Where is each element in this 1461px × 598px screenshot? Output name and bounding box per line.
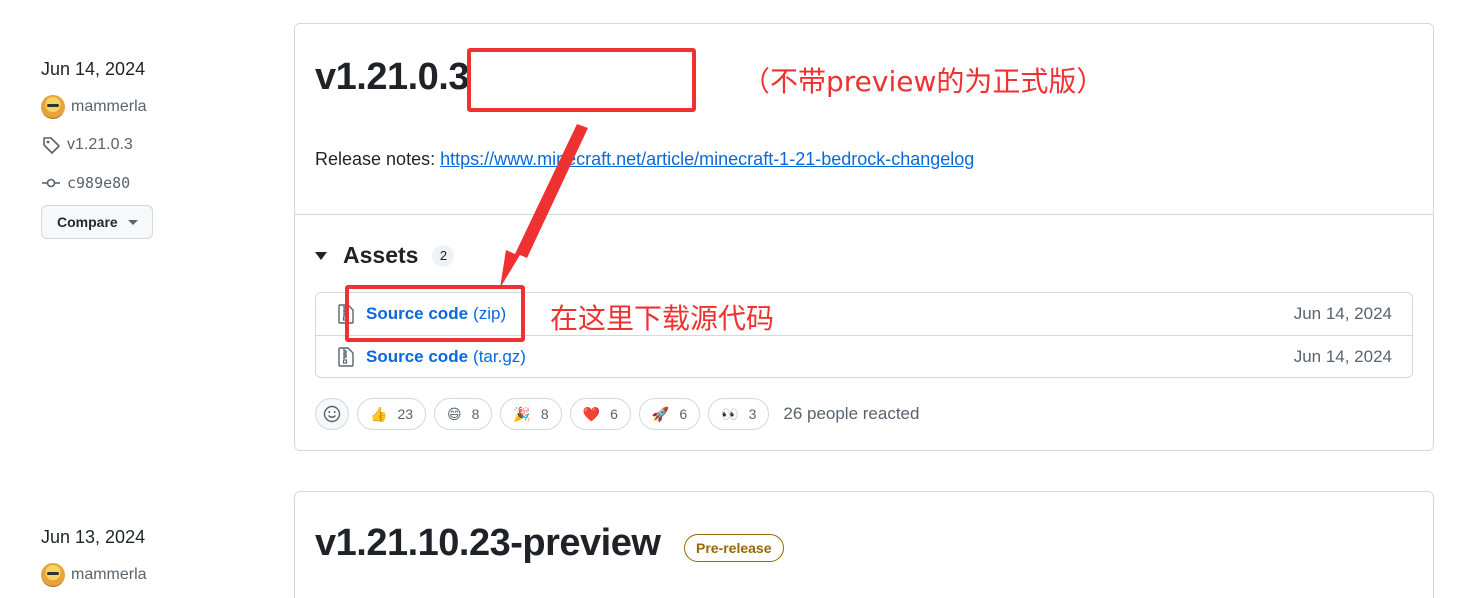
hooray-icon: 🎉 <box>513 406 531 422</box>
reaction-count: 3 <box>748 406 757 422</box>
release-notes: Release notes: https://www.minecraft.net… <box>315 149 974 170</box>
reactions-summary[interactable]: 26 people reacted <box>783 404 919 424</box>
compare-label: Compare <box>57 214 118 230</box>
thumbs-up-icon: 👍 <box>370 406 388 422</box>
reaction-count: 8 <box>471 406 480 422</box>
divider <box>295 214 1433 215</box>
release-notes-link[interactable]: https://www.minecraft.net/article/minecr… <box>440 149 974 169</box>
release-card: v1.21.10.23-preview Pre-release <box>294 491 1434 598</box>
author-row[interactable]: mammerla <box>41 563 241 587</box>
commit-icon <box>42 178 60 188</box>
tag-icon <box>43 137 60 154</box>
annotation-note-download: 在这里下载源代码 <box>550 302 775 335</box>
laugh-icon: 😄 <box>447 406 462 422</box>
reaction-laugh[interactable]: 😄 8 <box>434 398 493 430</box>
release-sidebar: Jun 13, 2024 mammerla <box>41 525 241 587</box>
chevron-down-icon <box>127 219 138 225</box>
reaction-hooray[interactable]: 🎉 8 <box>500 398 562 430</box>
reaction-eyes[interactable]: 👀 3 <box>708 398 770 430</box>
author-name[interactable]: mammerla <box>71 566 147 584</box>
reaction-heart[interactable]: ❤️ 6 <box>569 398 631 430</box>
reaction-count: 6 <box>610 406 618 422</box>
compare-button[interactable]: Compare <box>41 205 153 239</box>
avatar[interactable] <box>41 95 65 119</box>
tag-row[interactable]: v1.21.0.3 <box>41 133 241 157</box>
author-row[interactable]: mammerla <box>41 95 241 119</box>
avatar[interactable] <box>41 563 65 587</box>
release-date: Jun 13, 2024 <box>41 527 146 547</box>
reaction-rocket[interactable]: 🚀 6 <box>638 398 701 430</box>
triangle-down-icon <box>315 251 327 260</box>
release-title[interactable]: v1.21.0.3 <box>315 56 469 99</box>
asset-date: Jun 14, 2024 <box>1293 346 1392 366</box>
release-title[interactable]: v1.21.10.23-preview <box>315 522 661 565</box>
reactions-bar: 👍 23 😄 8 🎉 8 ❤️ 6 🚀 6 👀 3 26 people reacted <box>315 398 919 430</box>
author-name[interactable]: mammerla <box>71 98 147 116</box>
asset-date: Jun 14, 2024 <box>1293 304 1392 323</box>
assets-toggle[interactable]: Assets 2 <box>315 242 455 269</box>
asset-ext[interactable]: (tar.gz) <box>473 347 526 367</box>
reaction-count: 6 <box>679 406 688 422</box>
eyes-icon: 👀 <box>721 406 739 422</box>
reaction-count: 23 <box>397 406 414 422</box>
release-date: Jun 14, 2024 <box>41 59 146 79</box>
add-reaction-button[interactable] <box>315 398 349 430</box>
smiley-icon <box>323 405 341 423</box>
file-zip-icon <box>338 346 354 367</box>
heart-icon: ❤️ <box>582 406 601 422</box>
rocket-icon: 🚀 <box>651 406 670 422</box>
annotation-note-top: （不带preview的为正式版） <box>742 65 1105 98</box>
asset-link-targz[interactable]: Source code <box>366 347 468 367</box>
assets-label: Assets <box>343 242 419 268</box>
release-sidebar: Jun 14, 2024 mammerla v1.21.0.3 c989e80 … <box>41 57 241 239</box>
annotation-box-download <box>345 285 525 342</box>
reaction-count: 8 <box>540 406 549 422</box>
tag-label[interactable]: v1.21.0.3 <box>67 136 133 154</box>
assets-count: 2 <box>432 244 455 267</box>
commit-sha[interactable]: c989e80 <box>67 174 130 192</box>
commit-row[interactable]: c989e80 <box>41 171 241 195</box>
annotation-box-title <box>467 48 696 112</box>
release-notes-prefix: Release notes: <box>315 149 441 169</box>
reaction-thumbs-up[interactable]: 👍 23 <box>357 398 427 430</box>
prerelease-badge: Pre-release <box>684 534 784 562</box>
